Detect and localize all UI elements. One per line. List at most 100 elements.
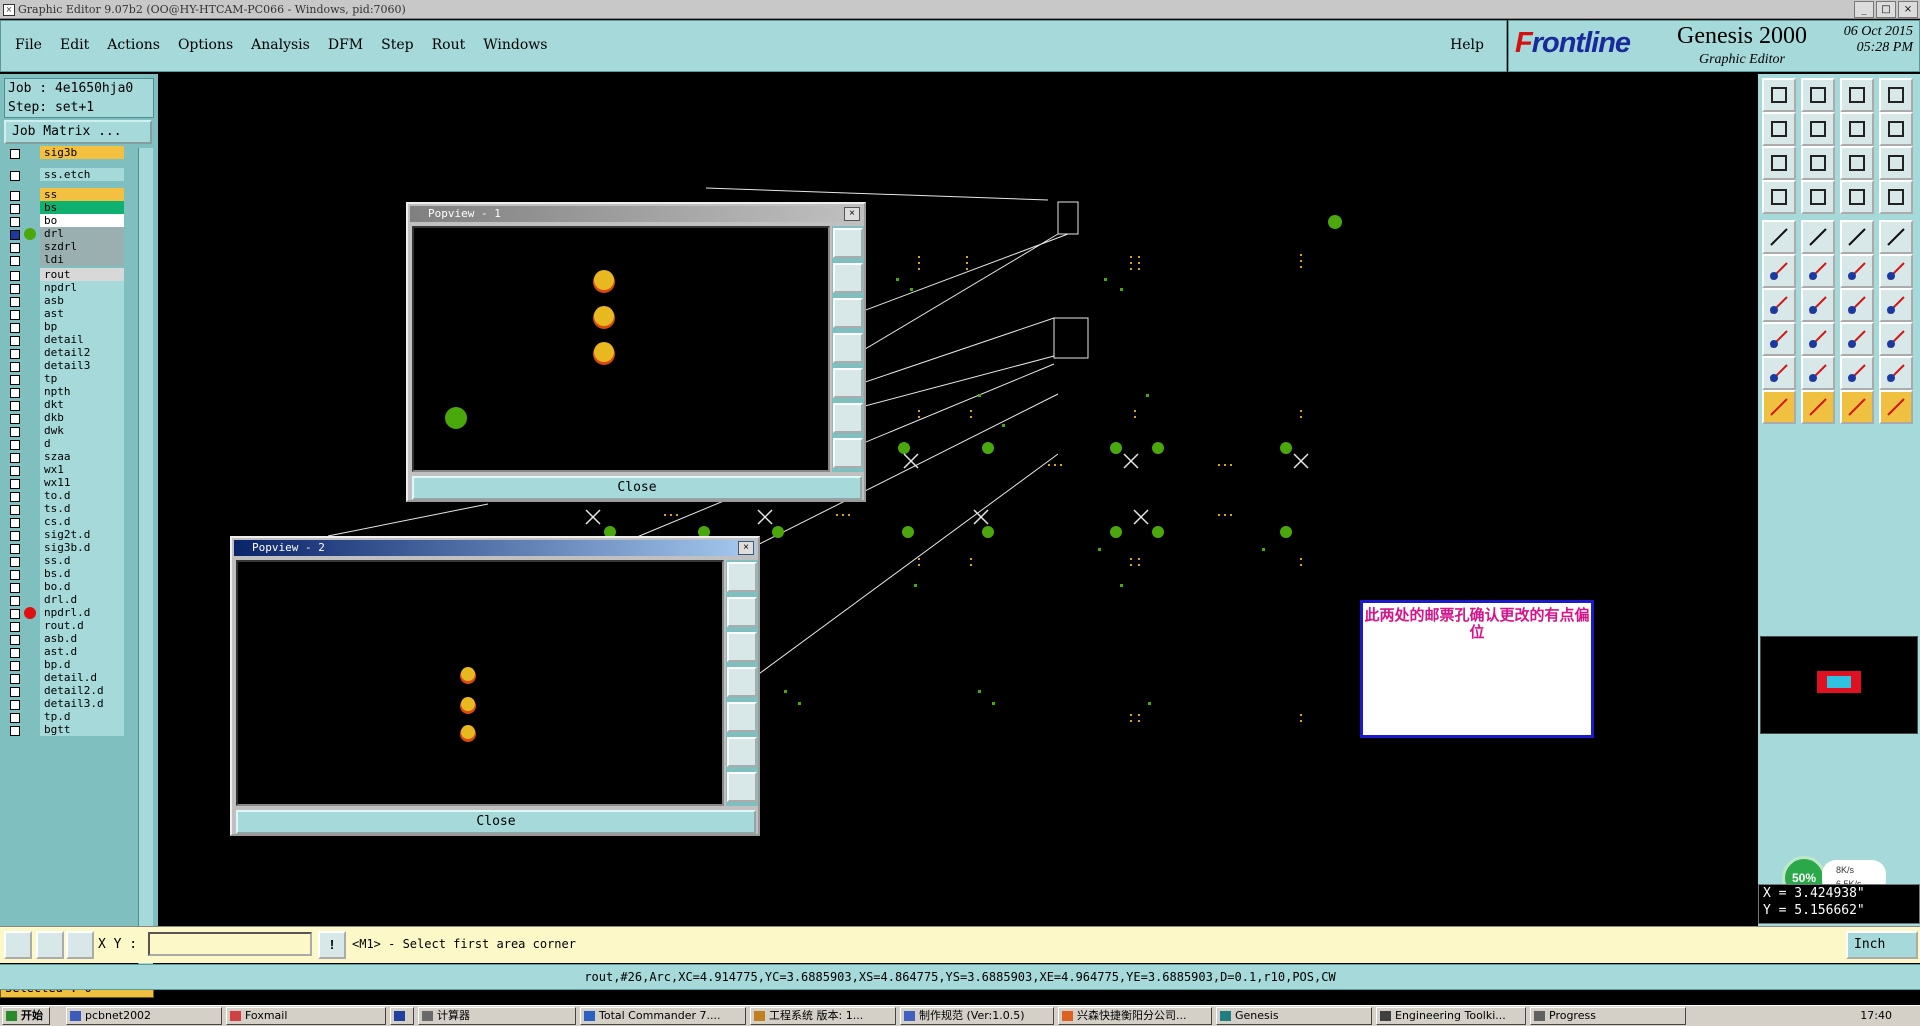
taskbar-item[interactable]: 制作规范 (Ver:1.0.5) bbox=[900, 1007, 1054, 1025]
menu-windows[interactable]: Windows bbox=[483, 37, 547, 53]
select-icon[interactable] bbox=[1762, 322, 1796, 356]
layer-checkbox[interactable] bbox=[10, 336, 20, 346]
mirror-icon[interactable] bbox=[1879, 288, 1913, 322]
arc-icon[interactable] bbox=[1762, 356, 1796, 390]
layer-checkbox[interactable] bbox=[10, 414, 20, 424]
layer-row[interactable]: detail3 bbox=[4, 359, 152, 373]
layer-checkbox[interactable] bbox=[10, 453, 20, 463]
layer-checkbox[interactable] bbox=[10, 204, 20, 214]
pointer-icon[interactable] bbox=[1762, 390, 1796, 424]
zoom-back-icon[interactable] bbox=[1840, 112, 1874, 146]
measure-icon[interactable] bbox=[36, 931, 64, 959]
arc4-icon[interactable] bbox=[1879, 356, 1913, 390]
layer-row[interactable]: bp.d bbox=[4, 658, 152, 672]
feature-icon[interactable] bbox=[1762, 220, 1796, 254]
taskbar-item[interactable]: Genesis bbox=[1216, 1007, 1372, 1025]
layer-row[interactable]: ss.etch bbox=[4, 168, 152, 182]
layer-name[interactable]: sig3b bbox=[40, 146, 124, 159]
measure-icon[interactable] bbox=[1762, 180, 1796, 214]
layer-name[interactable]: to.d bbox=[40, 489, 124, 502]
layer-name[interactable]: bp bbox=[40, 320, 124, 333]
layer-name[interactable]: ss.etch bbox=[40, 168, 124, 181]
layer-row[interactable]: detail3.d bbox=[4, 697, 152, 711]
layer-row[interactable]: bs bbox=[4, 201, 152, 215]
menu-analysis[interactable]: Analysis bbox=[251, 37, 310, 53]
layer-name[interactable]: npth bbox=[40, 385, 124, 398]
grid-icon[interactable] bbox=[66, 931, 94, 959]
pointer3-icon[interactable] bbox=[1840, 390, 1874, 424]
layer-row[interactable]: bp bbox=[4, 320, 152, 334]
layer-row[interactable]: tp bbox=[4, 372, 152, 386]
layer-name[interactable]: wx11 bbox=[40, 476, 124, 489]
layer-row[interactable]: bs.d bbox=[4, 567, 152, 581]
layer-name[interactable]: sig2t.d bbox=[40, 528, 124, 541]
layer-row[interactable]: npdrl.d bbox=[4, 606, 152, 620]
layer-checkbox[interactable] bbox=[10, 440, 20, 450]
layer-checkbox[interactable] bbox=[10, 596, 20, 606]
layer-checkbox[interactable] bbox=[10, 171, 20, 181]
arc3-icon[interactable] bbox=[1840, 356, 1874, 390]
maximize-button[interactable]: □ bbox=[1876, 1, 1896, 18]
copy-icon[interactable] bbox=[1879, 254, 1913, 288]
menu-rout[interactable]: Rout bbox=[432, 37, 466, 53]
layer-name[interactable]: dkb bbox=[40, 411, 124, 424]
layer-checkbox[interactable] bbox=[10, 544, 20, 554]
pan-left-icon[interactable] bbox=[1762, 112, 1796, 146]
layer-checkbox[interactable] bbox=[10, 492, 20, 502]
layer-row[interactable]: dwk bbox=[4, 424, 152, 438]
layer-row[interactable]: bgtt bbox=[4, 723, 152, 737]
layer-name[interactable]: d bbox=[40, 437, 124, 450]
popview-pan-down-icon[interactable] bbox=[727, 632, 757, 662]
layer-list-scrollbar[interactable] bbox=[138, 148, 153, 974]
taskbar-item[interactable]: pcbnet2002 bbox=[66, 1007, 222, 1025]
save-icon[interactable] bbox=[1801, 78, 1835, 112]
split-icon[interactable] bbox=[1879, 78, 1913, 112]
layer-name[interactable]: ldi bbox=[40, 253, 124, 266]
layer-row[interactable]: rout.d bbox=[4, 619, 152, 633]
minimize-button[interactable]: _ bbox=[1854, 1, 1874, 18]
menu-actions[interactable]: Actions bbox=[107, 37, 160, 53]
popview-2-close-icon[interactable]: × bbox=[738, 541, 754, 555]
menu-file[interactable]: File bbox=[15, 37, 42, 53]
popview-pan-right-icon[interactable] bbox=[833, 368, 863, 398]
layer-row[interactable]: sig2t.d bbox=[4, 528, 152, 542]
popview-pan-down-icon[interactable] bbox=[833, 298, 863, 328]
xy-input[interactable] bbox=[148, 932, 312, 956]
minimap[interactable] bbox=[1760, 636, 1918, 734]
layer-name[interactable]: detail3.d bbox=[40, 697, 124, 710]
layer-row[interactable]: wx1 bbox=[4, 463, 152, 477]
line-icon[interactable] bbox=[1840, 220, 1874, 254]
layer-row[interactable]: bo.d bbox=[4, 580, 152, 594]
taskbar-item[interactable]: 计算器 bbox=[418, 1007, 576, 1025]
layer-name[interactable]: ast bbox=[40, 307, 124, 320]
layer-row[interactable]: dkb bbox=[4, 411, 152, 425]
layer-row[interactable]: ast bbox=[4, 307, 152, 321]
layer-row[interactable]: detail.d bbox=[4, 671, 152, 685]
units-selector[interactable]: Inch bbox=[1846, 931, 1918, 959]
layer-name[interactable]: asb.d bbox=[40, 632, 124, 645]
rotate-icon[interactable] bbox=[1840, 288, 1874, 322]
layer-name[interactable]: detail2 bbox=[40, 346, 124, 359]
layer-name[interactable]: detail bbox=[40, 333, 124, 346]
layer-row[interactable]: asb.d bbox=[4, 632, 152, 646]
angle-icon[interactable] bbox=[1762, 288, 1796, 322]
layer-name[interactable]: ast.d bbox=[40, 645, 124, 658]
taskbar-item[interactable]: 工程系统 版本: 1... bbox=[750, 1007, 896, 1025]
popview-2-close-button[interactable]: Close bbox=[236, 810, 756, 834]
layer-name[interactable]: tp.d bbox=[40, 710, 124, 723]
menu-help[interactable]: Help bbox=[1450, 37, 1484, 53]
layer-row[interactable]: ts.d bbox=[4, 502, 152, 516]
layer-row[interactable]: tp.d bbox=[4, 710, 152, 724]
layer-name[interactable]: detail3 bbox=[40, 359, 124, 372]
menu-step[interactable]: Step bbox=[381, 37, 413, 53]
menu-dfm[interactable]: DFM bbox=[328, 37, 363, 53]
popview-1-close-button[interactable]: Close bbox=[412, 476, 862, 500]
popview-move-icon[interactable] bbox=[727, 772, 757, 802]
layer-row[interactable]: wx11 bbox=[4, 476, 152, 490]
layer-row[interactable]: detail2 bbox=[4, 346, 152, 360]
layer-name[interactable]: szaa bbox=[40, 450, 124, 463]
alert-icon[interactable]: ! bbox=[318, 931, 346, 959]
layer-row[interactable]: cs.d bbox=[4, 515, 152, 529]
popview-pan-left-icon[interactable] bbox=[833, 333, 863, 363]
popview-1-close-icon[interactable]: × bbox=[844, 207, 860, 221]
